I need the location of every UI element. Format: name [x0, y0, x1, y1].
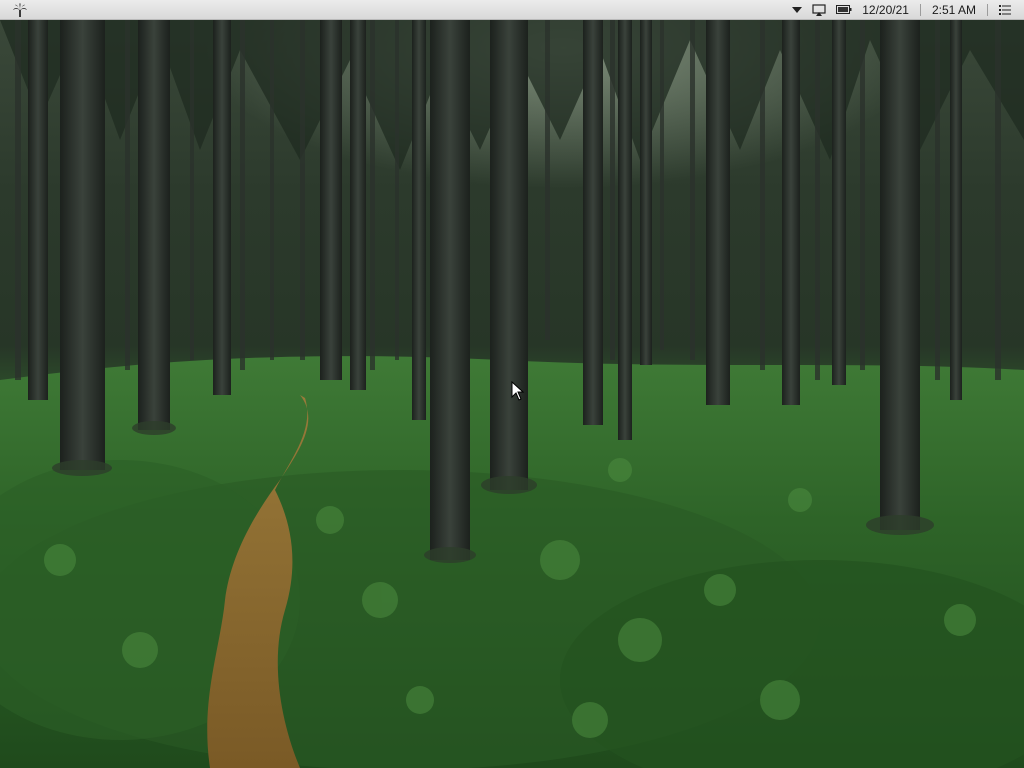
- menu-bar: 12/20/21 2:51 AM: [0, 0, 1024, 20]
- dropdown-triangle-icon[interactable]: [787, 0, 807, 19]
- menubar-date[interactable]: 12/20/21: [857, 0, 914, 19]
- menubar-separator: [919, 3, 921, 16]
- date-text: 12/20/21: [862, 2, 909, 17]
- airplay-icon[interactable]: [807, 0, 831, 19]
- mouse-pointer-icon: [511, 381, 525, 401]
- list-menu-icon[interactable]: [994, 0, 1016, 19]
- battery-icon[interactable]: [831, 0, 857, 19]
- palm-tree-icon[interactable]: [8, 0, 32, 19]
- time-text: 2:51 AM: [931, 2, 976, 17]
- menubar-clock[interactable]: 2:51 AM: [927, 0, 981, 19]
- menubar-separator: [987, 3, 988, 16]
- desktop[interactable]: 12/20/21 2:51 AM: [0, 0, 1024, 768]
